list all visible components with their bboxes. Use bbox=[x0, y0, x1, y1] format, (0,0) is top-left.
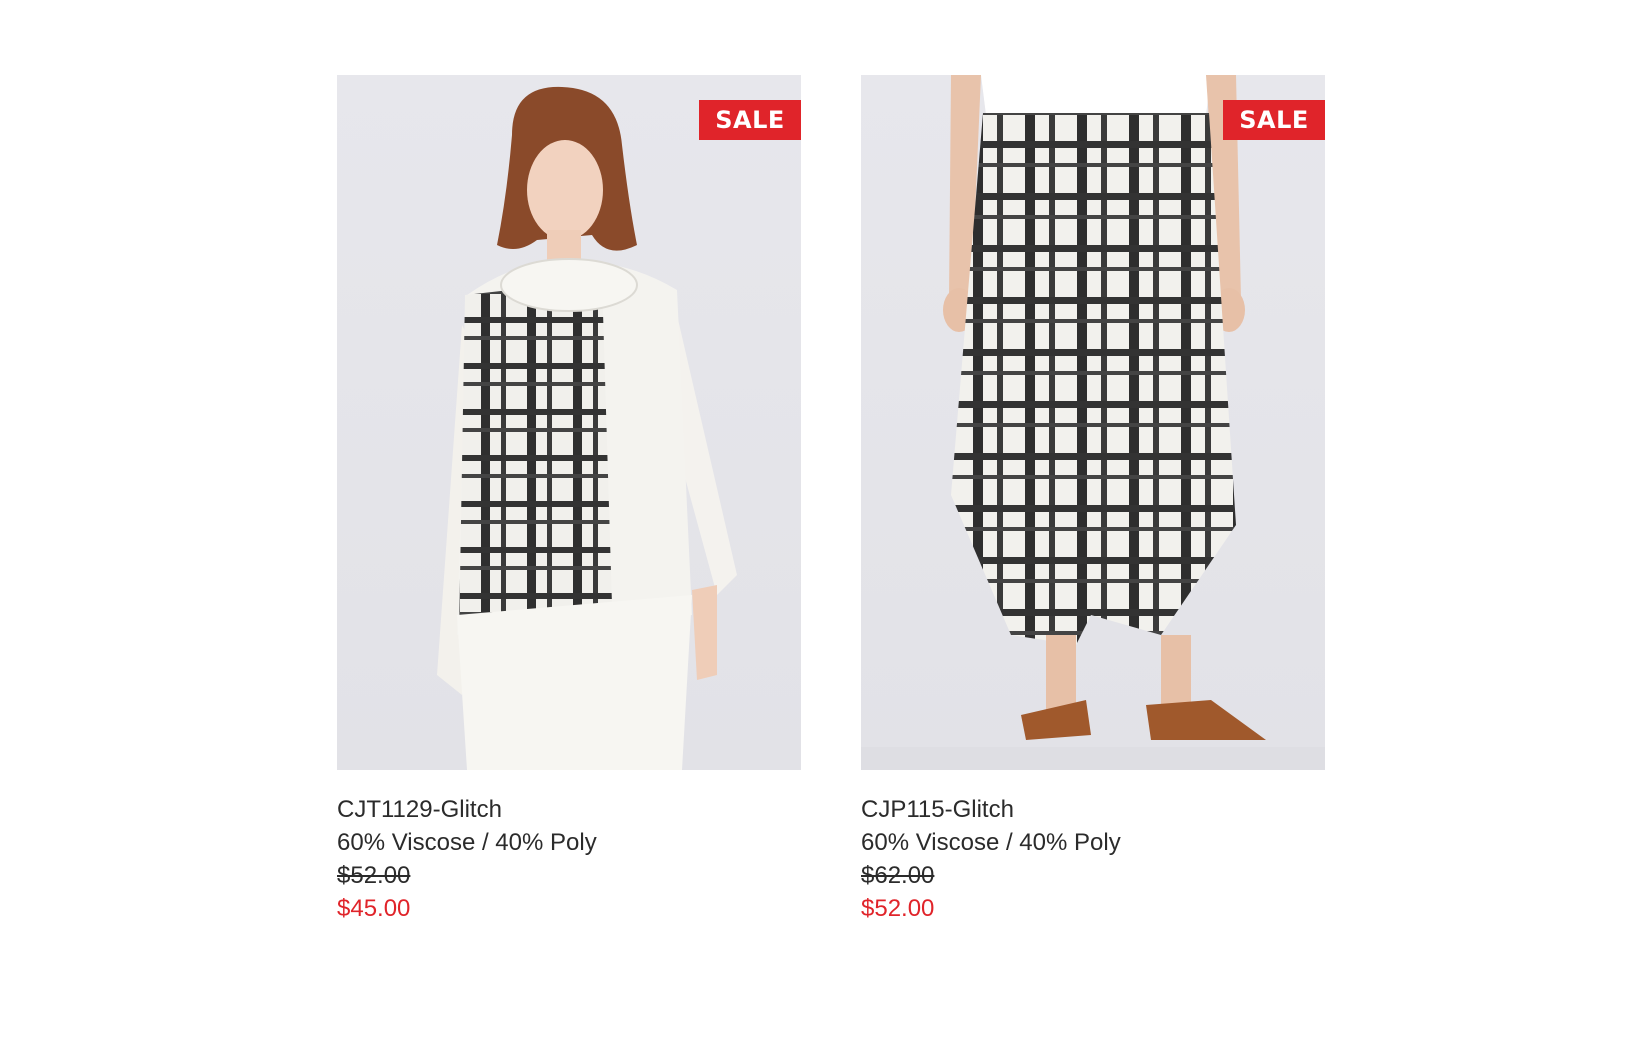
product-title[interactable]: CJT1129-Glitch bbox=[337, 793, 801, 826]
product-grid: SALE CJT1129-Glitch 60% Viscose / 40% Po… bbox=[337, 75, 1325, 925]
product-card-top[interactable]: SALE CJT1129-Glitch 60% Viscose / 40% Po… bbox=[337, 75, 801, 925]
product-material: 60% Viscose / 40% Poly bbox=[337, 829, 597, 856]
model-top-illustration bbox=[437, 86, 737, 770]
sale-price: $45.00 bbox=[337, 895, 411, 922]
model-pants-illustration bbox=[861, 75, 1325, 770]
original-price: $52.00 bbox=[337, 862, 411, 889]
sale-badge: SALE bbox=[699, 100, 801, 140]
sale-badge: SALE bbox=[1223, 100, 1325, 140]
product-card-pants[interactable]: SALE CJP115-Glitch 60% Viscose / 40% Pol… bbox=[861, 75, 1325, 925]
product-title[interactable]: CJP115-Glitch bbox=[861, 793, 1325, 826]
product-material: 60% Viscose / 40% Poly bbox=[861, 829, 1121, 856]
product-image-top[interactable]: SALE bbox=[337, 75, 801, 770]
product-info: CJT1129-Glitch 60% Viscose / 40% Poly $5… bbox=[337, 793, 801, 925]
original-price: $62.00 bbox=[861, 862, 935, 889]
sale-price: $52.00 bbox=[861, 895, 935, 922]
product-image-pants[interactable]: SALE bbox=[861, 75, 1325, 770]
product-info: CJP115-Glitch 60% Viscose / 40% Poly $62… bbox=[861, 793, 1325, 925]
